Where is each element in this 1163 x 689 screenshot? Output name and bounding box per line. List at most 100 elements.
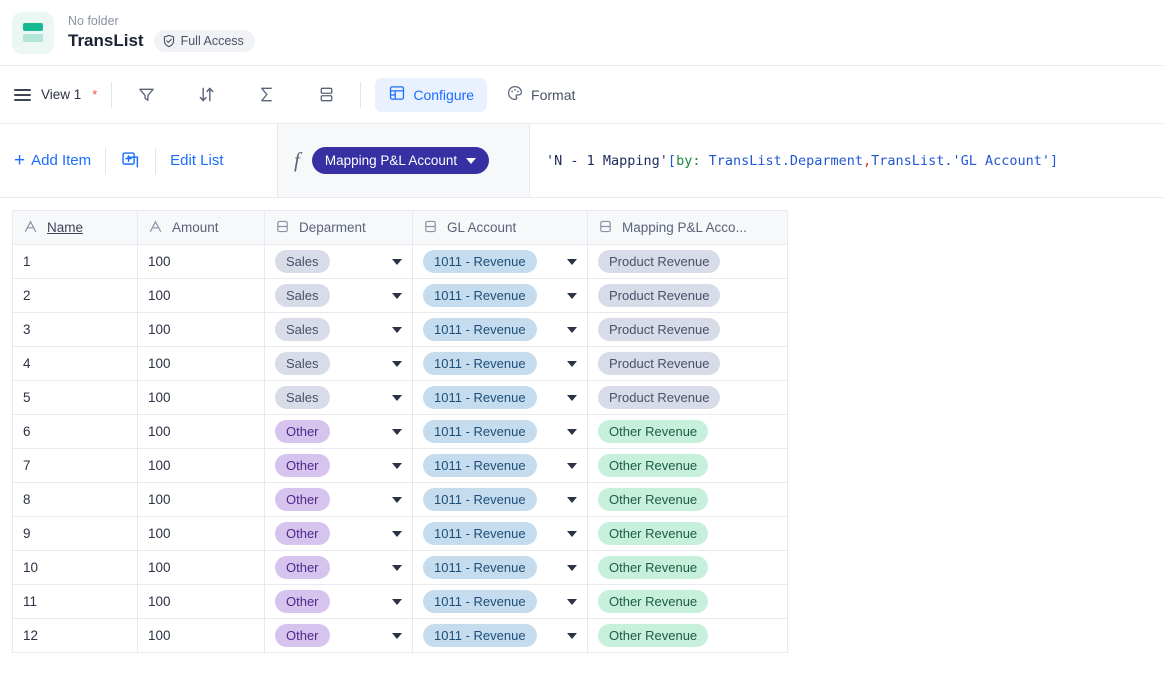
cell-name[interactable]: 3 <box>12 312 138 347</box>
cell-mapping-pl-account[interactable]: Product Revenue <box>587 346 788 381</box>
chevron-down-icon[interactable] <box>567 428 577 435</box>
formula-expression-input[interactable]: 'N - 1 Mapping'[by: TransList.Deparment,… <box>530 124 1163 197</box>
chevron-down-icon[interactable] <box>392 428 402 435</box>
table-row[interactable]: 11 100 Other 1011 - Revenue Other Revenue <box>12 584 788 619</box>
tab-format[interactable]: Format <box>493 78 588 112</box>
cell-name[interactable]: 6 <box>12 414 138 449</box>
sort-icon[interactable] <box>184 77 228 113</box>
view-selector[interactable]: View 1 * <box>14 87 111 102</box>
cell-deparment[interactable]: Other <box>264 550 413 585</box>
cell-mapping-pl-account[interactable]: Other Revenue <box>587 584 788 619</box>
chevron-down-icon[interactable] <box>392 530 402 537</box>
cell-deparment[interactable]: Other <box>264 516 413 551</box>
cell-name[interactable]: 5 <box>12 380 138 415</box>
cell-amount[interactable]: 100 <box>137 550 265 585</box>
cell-amount[interactable]: 100 <box>137 482 265 517</box>
cell-gl-account[interactable]: 1011 - Revenue <box>412 312 588 347</box>
cell-mapping-pl-account[interactable]: Product Revenue <box>587 244 788 279</box>
table-row[interactable]: 2 100 Sales 1011 - Revenue Product Revenue <box>12 278 788 313</box>
cell-gl-account[interactable]: 1011 - Revenue <box>412 448 588 483</box>
cell-gl-account[interactable]: 1011 - Revenue <box>412 346 588 381</box>
cell-deparment[interactable]: Sales <box>264 380 413 415</box>
cell-gl-account[interactable]: 1011 - Revenue <box>412 550 588 585</box>
cell-amount[interactable]: 100 <box>137 414 265 449</box>
cell-mapping-pl-account[interactable]: Other Revenue <box>587 448 788 483</box>
cell-mapping-pl-account[interactable]: Product Revenue <box>587 312 788 347</box>
column-header-gl-account[interactable]: GL Account <box>412 210 588 245</box>
chevron-down-icon[interactable] <box>567 462 577 469</box>
cell-deparment[interactable]: Sales <box>264 346 413 381</box>
chevron-down-icon[interactable] <box>392 360 402 367</box>
cell-amount[interactable]: 100 <box>137 244 265 279</box>
cell-deparment[interactable]: Sales <box>264 244 413 279</box>
filter-icon[interactable] <box>124 77 168 113</box>
cell-name[interactable]: 12 <box>12 618 138 653</box>
cell-name[interactable]: 2 <box>12 278 138 313</box>
cell-amount[interactable]: 100 <box>137 516 265 551</box>
chevron-down-icon[interactable] <box>567 394 577 401</box>
cell-name[interactable]: 1 <box>12 244 138 279</box>
chevron-down-icon[interactable] <box>392 292 402 299</box>
cell-mapping-pl-account[interactable]: Other Revenue <box>587 550 788 585</box>
cell-name[interactable]: 11 <box>12 584 138 619</box>
cell-amount[interactable]: 100 <box>137 618 265 653</box>
table-row[interactable]: 10 100 Other 1011 - Revenue Other Revenue <box>12 550 788 585</box>
summarize-icon[interactable] <box>244 77 288 113</box>
chevron-down-icon[interactable] <box>392 496 402 503</box>
chevron-down-icon[interactable] <box>567 326 577 333</box>
cell-amount[interactable]: 100 <box>137 346 265 381</box>
cell-gl-account[interactable]: 1011 - Revenue <box>412 584 588 619</box>
cell-name[interactable]: 7 <box>12 448 138 483</box>
cell-name[interactable]: 8 <box>12 482 138 517</box>
cell-deparment[interactable]: Other <box>264 618 413 653</box>
cell-amount[interactable]: 100 <box>137 584 265 619</box>
cell-deparment[interactable]: Sales <box>264 312 413 347</box>
table-row[interactable]: 7 100 Other 1011 - Revenue Other Revenue <box>12 448 788 483</box>
chevron-down-icon[interactable] <box>567 258 577 265</box>
chevron-down-icon[interactable] <box>567 292 577 299</box>
column-header-name[interactable]: Name <box>12 210 138 245</box>
cell-gl-account[interactable]: 1011 - Revenue <box>412 482 588 517</box>
cell-amount[interactable]: 100 <box>137 380 265 415</box>
column-header-deparment[interactable]: Deparment <box>264 210 413 245</box>
cell-mapping-pl-account[interactable]: Other Revenue <box>587 516 788 551</box>
table-row[interactable]: 12 100 Other 1011 - Revenue Other Revenue <box>12 618 788 653</box>
add-item-button[interactable]: + Add Item <box>14 151 105 170</box>
chevron-down-icon[interactable] <box>392 632 402 639</box>
column-header-amount[interactable]: Amount <box>137 210 265 245</box>
cell-deparment[interactable]: Other <box>264 414 413 449</box>
chevron-down-icon[interactable] <box>392 564 402 571</box>
cell-name[interactable]: 10 <box>12 550 138 585</box>
cell-deparment[interactable]: Other <box>264 482 413 517</box>
chevron-down-icon[interactable] <box>567 598 577 605</box>
cell-mapping-pl-account[interactable]: Other Revenue <box>587 482 788 517</box>
cell-deparment[interactable]: Other <box>264 448 413 483</box>
cell-deparment[interactable]: Sales <box>264 278 413 313</box>
cell-mapping-pl-account[interactable]: Other Revenue <box>587 618 788 653</box>
cell-gl-account[interactable]: 1011 - Revenue <box>412 244 588 279</box>
cell-gl-account[interactable]: 1011 - Revenue <box>412 414 588 449</box>
chevron-down-icon[interactable] <box>567 632 577 639</box>
duplicate-add-icon[interactable] <box>106 150 155 171</box>
table-row[interactable]: 6 100 Other 1011 - Revenue Other Revenue <box>12 414 788 449</box>
chevron-down-icon[interactable] <box>392 598 402 605</box>
hamburger-menu-icon[interactable] <box>14 88 31 101</box>
edit-list-button[interactable]: Edit List <box>156 152 223 169</box>
chevron-down-icon[interactable] <box>392 394 402 401</box>
cell-amount[interactable]: 100 <box>137 448 265 483</box>
chevron-down-icon[interactable] <box>567 564 577 571</box>
table-row[interactable]: 5 100 Sales 1011 - Revenue Product Revenue <box>12 380 788 415</box>
cell-amount[interactable]: 100 <box>137 278 265 313</box>
tab-configure[interactable]: Configure <box>375 77 488 112</box>
cell-name[interactable]: 9 <box>12 516 138 551</box>
cell-amount[interactable]: 100 <box>137 312 265 347</box>
cell-mapping-pl-account[interactable]: Other Revenue <box>587 414 788 449</box>
table-row[interactable]: 1 100 Sales 1011 - Revenue Product Revenue <box>12 244 788 279</box>
formula-field-pill[interactable]: Mapping P&L Account <box>311 147 490 174</box>
cell-mapping-pl-account[interactable]: Product Revenue <box>587 278 788 313</box>
table-row[interactable]: 9 100 Other 1011 - Revenue Other Revenue <box>12 516 788 551</box>
cell-deparment[interactable]: Other <box>264 584 413 619</box>
cell-gl-account[interactable]: 1011 - Revenue <box>412 516 588 551</box>
cell-gl-account[interactable]: 1011 - Revenue <box>412 278 588 313</box>
chevron-down-icon[interactable] <box>392 326 402 333</box>
